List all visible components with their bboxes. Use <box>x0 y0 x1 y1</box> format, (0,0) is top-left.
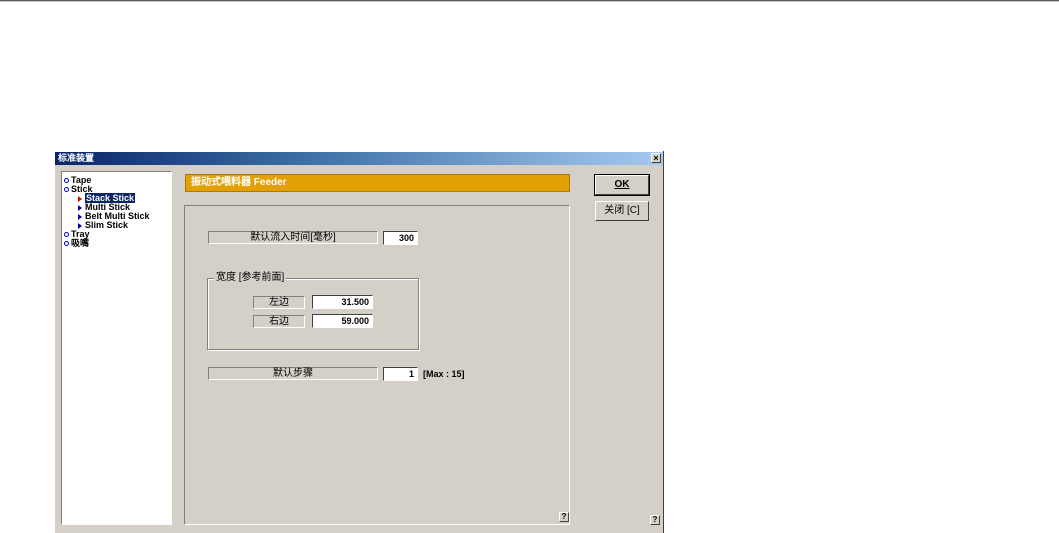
section-header: 振动式喂料器 Feeder <box>185 174 570 192</box>
triangle-right-icon <box>78 195 82 202</box>
right-field[interactable]: 59.000 <box>312 314 373 328</box>
node-bullet-icon <box>64 178 69 184</box>
category-tree[interactable]: Tape Stick Stack Stick Multi Stick Belt … <box>61 171 172 525</box>
right-label: 右边 <box>253 315 305 328</box>
top-divider-highlight <box>0 1 1059 2</box>
node-bullet-icon <box>64 241 69 247</box>
tree-item-nozzle[interactable]: 吸嘴 <box>62 239 171 248</box>
ok-button-label: OK <box>614 179 630 190</box>
triangle-right-icon <box>78 222 82 229</box>
width-group-title: 宽度 [参考前面] <box>214 272 287 284</box>
tree-item-label: 吸嘴 <box>71 238 90 248</box>
step-field[interactable]: 1 <box>383 367 418 381</box>
section-title: 振动式喂料器 Feeder <box>191 177 287 188</box>
width-groupbox: 宽度 [参考前面] 左边 31.500 右边 59.000 <box>207 272 419 350</box>
triangle-right-icon <box>78 213 82 220</box>
tree-item-label: Slim Stick <box>85 220 129 230</box>
title-bar[interactable]: 标准装置 × <box>55 152 663 165</box>
window-title: 标准装置 <box>58 153 95 163</box>
triangle-right-icon <box>78 204 82 211</box>
close-icon[interactable]: × <box>651 153 661 163</box>
panel-help-icon[interactable]: ? <box>559 512 569 522</box>
inflow-time-field[interactable]: 300 <box>383 231 418 245</box>
left-label: 左边 <box>253 296 305 309</box>
node-bullet-icon <box>64 232 69 238</box>
step-label: 默认步骤 <box>208 367 378 380</box>
left-field[interactable]: 31.500 <box>312 295 373 309</box>
close-button[interactable]: 关闭 [C] <box>595 201 649 221</box>
step-max-hint: [Max : 15] <box>423 369 465 379</box>
node-bullet-icon <box>64 187 69 193</box>
close-button-label: 关闭 [C] <box>604 205 640 216</box>
settings-panel: 默认流入时间[毫秒] 300 宽度 [参考前面] 左边 31.500 右边 59… <box>184 205 570 525</box>
dialog-help-icon[interactable]: ? <box>650 515 660 525</box>
ok-button[interactable]: OK <box>594 174 650 196</box>
feeder-settings-dialog: 标准装置 × Tape Stick Stack Stick Multi Stic… <box>54 151 663 533</box>
inflow-time-label: 默认流入时间[毫秒] <box>208 231 378 244</box>
